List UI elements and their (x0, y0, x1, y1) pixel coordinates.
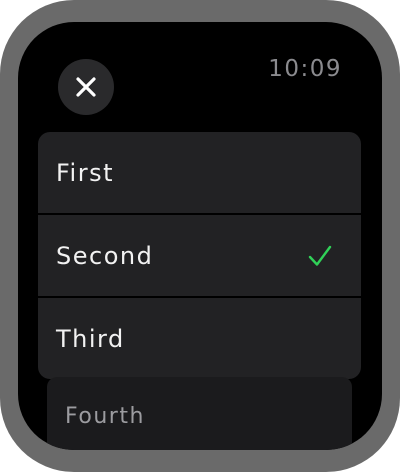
list-item-label: Third (56, 324, 125, 353)
time-label: 10:09 (268, 56, 342, 82)
list-item-label: First (56, 158, 115, 187)
list-item-fourth[interactable]: Fourth (47, 377, 352, 450)
list-item-third[interactable]: Third (38, 298, 361, 379)
watch-case: 10:09 First Second Third Fourth (0, 0, 400, 472)
close-icon (76, 77, 96, 97)
close-button[interactable] (58, 59, 114, 115)
list-item-second[interactable]: Second (38, 215, 361, 298)
list-item-label: Second (56, 241, 154, 270)
list-item-first[interactable]: First (38, 132, 361, 215)
checkmark-icon (308, 245, 332, 266)
option-list: First Second Third (38, 132, 361, 379)
watch-screen: 10:09 First Second Third Fourth (18, 22, 382, 450)
list-item-label: Fourth (65, 404, 145, 429)
